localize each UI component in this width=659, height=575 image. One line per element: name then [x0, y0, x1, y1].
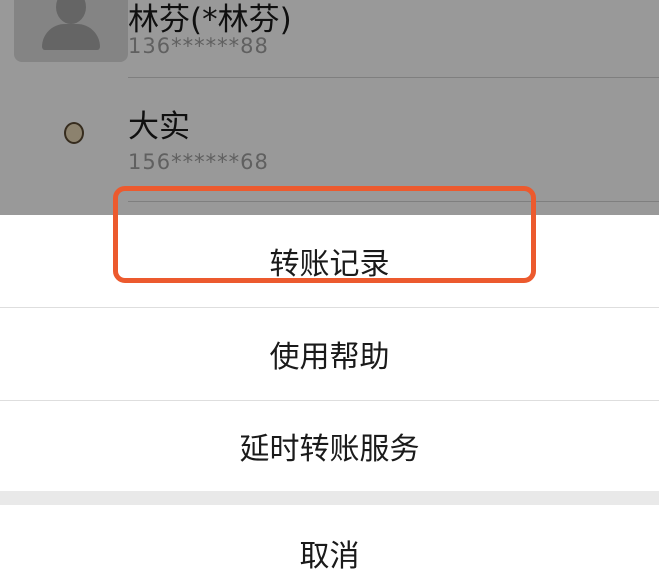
delayed-transfer-service-button[interactable]: 延时转账服务	[0, 401, 659, 491]
section-gap	[0, 491, 659, 505]
cancel-button[interactable]: 取消	[0, 505, 659, 575]
transfer-records-button[interactable]: 转账记录	[0, 215, 659, 307]
action-sheet: 转账记录 使用帮助 延时转账服务 取消	[0, 215, 659, 575]
help-button[interactable]: 使用帮助	[0, 308, 659, 400]
screen: 林芬(*林芬) 136******88 大实 156******68 转账记录 …	[0, 0, 659, 575]
modal-dim-overlay[interactable]	[0, 0, 659, 215]
